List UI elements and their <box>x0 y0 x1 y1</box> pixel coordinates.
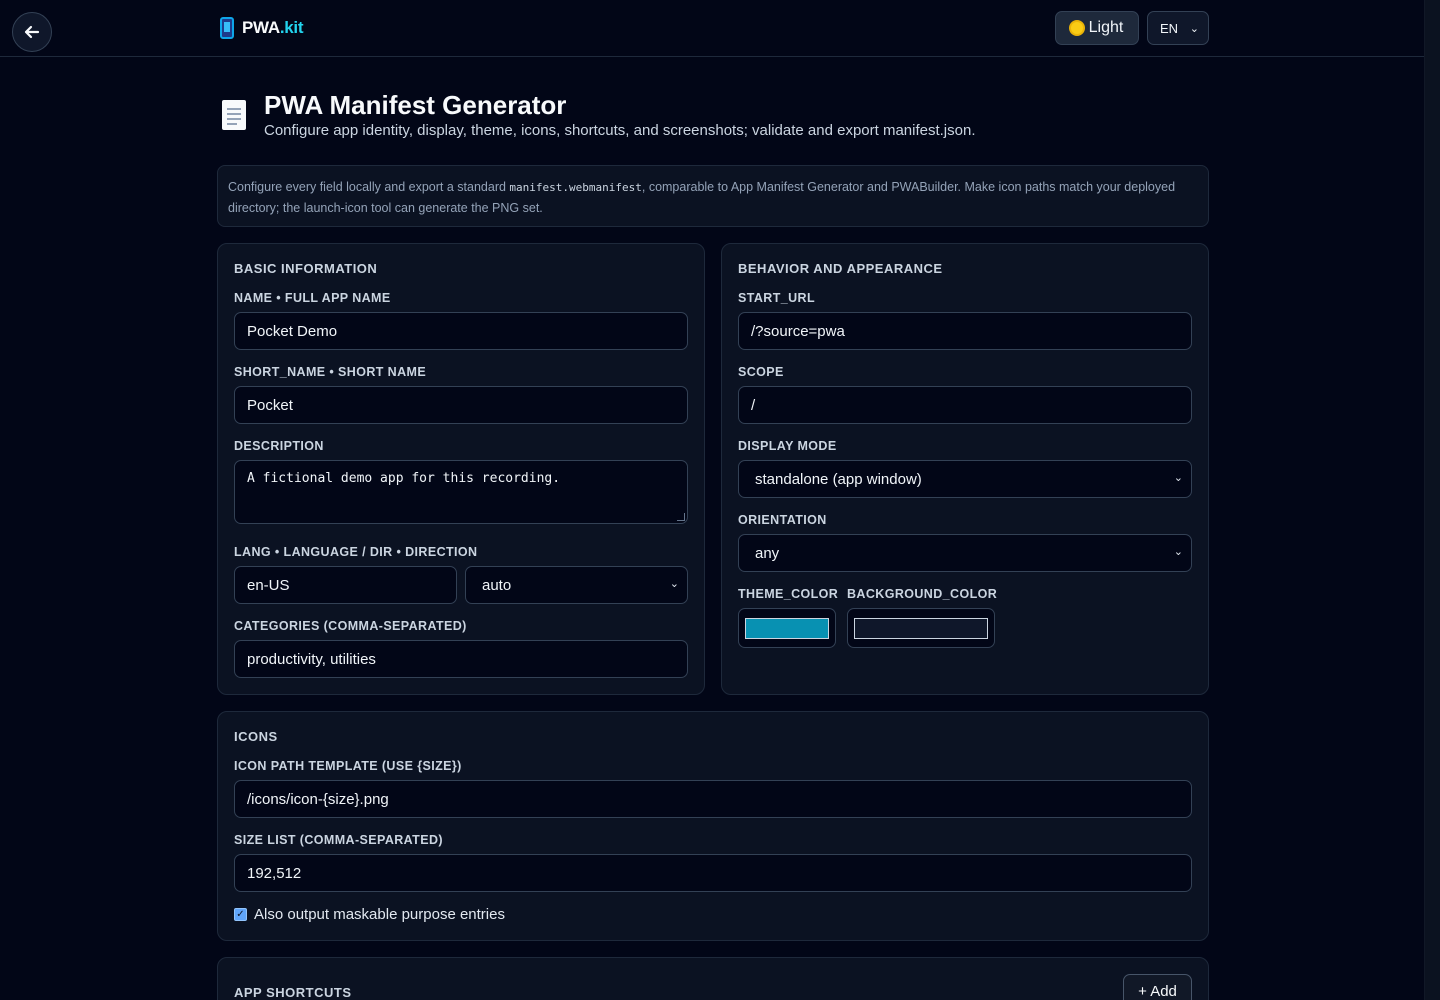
orientation-value: any <box>755 544 780 562</box>
background-color-swatch <box>854 618 988 639</box>
manifest-filename: manifest.webmanifest <box>509 181 642 194</box>
theme-toggle-label: Light <box>1088 19 1124 36</box>
page-header: PWA Manifest Generator Configure app ide… <box>220 88 1210 148</box>
icon-sizes-input[interactable]: 192,512 <box>234 854 1192 892</box>
scope-label: SCOPE <box>738 365 784 379</box>
chevron-down-icon: ⌄ <box>1173 546 1183 558</box>
phone-icon <box>220 17 234 39</box>
language-select[interactable]: EN ⌄ <box>1147 11 1209 45</box>
info-note: Configure every field locally and export… <box>217 165 1209 227</box>
sun-icon <box>1070 22 1083 34</box>
description-textarea[interactable]: A fictional demo app for this recording. <box>234 460 688 524</box>
display-mode-value: standalone (app window) <box>755 470 922 488</box>
direction-value: auto <box>482 576 512 594</box>
basic-information-card: Basic Information NAME • Full app name P… <box>217 243 705 695</box>
chevron-down-icon: ⌄ <box>1189 23 1199 35</box>
info-text-before: Configure every field locally and export… <box>228 180 510 194</box>
maskable-label: Also output maskable purpose entries <box>254 906 505 923</box>
description-label: DESCRIPTION <box>234 439 324 453</box>
brand-name-accent: .kit <box>279 18 304 37</box>
display-mode-select[interactable]: standalone (app window) ⌄ <box>738 460 1192 498</box>
icon-sizes-label: Size list (comma-separated) <box>234 833 443 847</box>
start-url-label: START_URL <box>738 291 815 305</box>
chevron-down-icon: ⌄ <box>1173 472 1183 484</box>
icons-card: Icons Icon path template (use {size}) /i… <box>217 711 1209 941</box>
chevron-down-icon: ⌄ <box>669 578 679 590</box>
categories-label: Categories (comma-separated) <box>234 619 467 633</box>
theme-toggle-button[interactable]: Light <box>1055 11 1139 45</box>
maskable-checkbox[interactable]: ✓ <box>234 908 247 921</box>
behavior-appearance-title: Behavior and Appearance <box>738 261 943 276</box>
arrow-left-icon <box>24 25 40 39</box>
icon-path-label: Icon path template (use {size}) <box>234 759 462 773</box>
icons-title: Icons <box>234 729 278 744</box>
theme-color-swatch <box>745 618 829 639</box>
page-subtitle: Configure app identity, display, theme, … <box>264 122 976 139</box>
document-icon <box>222 100 246 130</box>
app-shortcuts-title: App Shortcuts <box>234 985 352 1000</box>
app-shortcuts-card: App Shortcuts <box>217 957 1209 1000</box>
scrollbar[interactable] <box>1424 0 1440 1000</box>
direction-select[interactable]: auto ⌄ <box>465 566 688 604</box>
scope-input[interactable]: / <box>738 386 1192 424</box>
basic-information-title: Basic Information <box>234 261 378 276</box>
description-value: A fictional demo app for this recording. <box>247 471 561 486</box>
theme-color-picker[interactable] <box>738 608 836 648</box>
background-color-picker[interactable] <box>847 608 995 648</box>
language-input[interactable]: en-US <box>234 566 457 604</box>
icon-path-input[interactable]: /icons/icon-{size}.png <box>234 780 1192 818</box>
name-label: NAME • Full app name <box>234 291 391 305</box>
language-direction-label: LANG • Language / DIR • Direction <box>234 545 478 559</box>
language-value: EN <box>1160 20 1179 36</box>
maskable-option[interactable]: ✓ Also output maskable purpose entries <box>234 906 505 923</box>
behavior-appearance-card: Behavior and Appearance START_URL /?sour… <box>721 243 1209 695</box>
add-shortcut-button[interactable]: + Add <box>1123 974 1192 1000</box>
brand-logo[interactable]: PWA.kit <box>220 16 304 40</box>
brand-name: PWA.kit <box>242 18 304 38</box>
start-url-input[interactable]: /?source=pwa <box>738 312 1192 350</box>
resize-handle-icon[interactable] <box>677 513 685 521</box>
short-name-label: SHORT_NAME • Short name <box>234 365 427 379</box>
back-button[interactable] <box>12 12 52 52</box>
short-name-input[interactable]: Pocket <box>234 386 688 424</box>
orientation-label: Orientation <box>738 513 827 527</box>
background-color-label: BACKGROUND_COLOR <box>847 587 998 601</box>
top-bar: PWA.kit Light EN ⌄ <box>0 0 1424 57</box>
brand-name-primary: PWA <box>242 18 280 37</box>
display-mode-label: Display mode <box>738 439 837 453</box>
theme-color-label: THEME_COLOR <box>738 587 839 601</box>
orientation-select[interactable]: any ⌄ <box>738 534 1192 572</box>
page-title: PWA Manifest Generator <box>264 90 567 120</box>
name-input[interactable]: Pocket Demo <box>234 312 688 350</box>
categories-input[interactable]: productivity, utilities <box>234 640 688 678</box>
